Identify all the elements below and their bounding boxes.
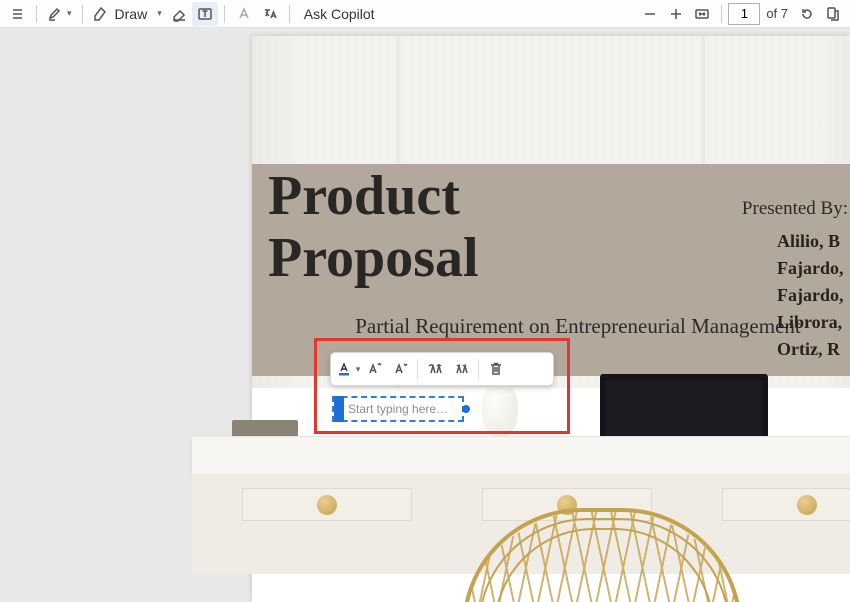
new-text-box[interactable]: Start typing here…: [332, 396, 464, 422]
author-list: Alilio, B Fajardo, Fajardo, Librora, Ort…: [777, 228, 850, 363]
pdf-toolbar: ▾ Draw ▾ Ask Copilot of 7: [0, 0, 850, 28]
delete-textbox-button[interactable]: [483, 356, 509, 382]
toolbar-separator: [721, 5, 722, 23]
highlighter-icon: [47, 6, 63, 22]
title-line: Product: [268, 165, 460, 227]
highlighter-button[interactable]: ▾: [43, 2, 76, 26]
text-format-popup: ▾: [330, 352, 554, 386]
toolbar-separator: [224, 5, 225, 23]
decrease-spacing-button[interactable]: [448, 356, 474, 382]
textbox-placeholder: Start typing here…: [344, 402, 448, 416]
fit-width-icon: [694, 6, 710, 22]
page-view-button[interactable]: [820, 2, 846, 26]
fit-width-button[interactable]: [689, 2, 715, 26]
page-number-input[interactable]: [728, 3, 760, 25]
plus-icon: [668, 6, 684, 22]
document-canvas[interactable]: Product Proposal Partial Requirement on …: [0, 28, 850, 602]
add-text-button[interactable]: [192, 2, 218, 26]
increase-spacing-button[interactable]: [422, 356, 448, 382]
toolbar-separator: [289, 5, 290, 23]
font-color-icon: [336, 361, 352, 377]
font-decrease-icon: [392, 361, 408, 377]
document-title: Product Proposal: [268, 166, 479, 289]
minus-icon: [642, 6, 658, 22]
decrease-font-button[interactable]: [387, 356, 413, 382]
presented-by-label: Presented By:: [742, 198, 848, 220]
spacing-decrease-icon: [453, 361, 469, 377]
chevron-down-icon: ▾: [67, 8, 72, 19]
chevron-down-icon: ▾: [356, 364, 361, 375]
font-increase-icon: [366, 361, 382, 377]
contents-button[interactable]: [4, 2, 30, 26]
textbox-resize-handle[interactable]: [462, 405, 470, 413]
author-name: Librora,: [777, 309, 850, 336]
document-subtitle: Partial Requirement on Entrepreneurial M…: [338, 314, 818, 339]
draw-label: Draw: [115, 6, 148, 22]
author-name: Fajardo,: [777, 282, 850, 309]
eraser-button[interactable]: [166, 2, 192, 26]
list-icon: [9, 6, 25, 22]
toolbar-separator: [36, 5, 37, 23]
drawer-image: [242, 488, 412, 521]
translate-button[interactable]: [257, 2, 283, 26]
page-1: Product Proposal Partial Requirement on …: [252, 36, 850, 602]
trash-icon: [488, 361, 504, 377]
font-color-button[interactable]: ▾: [335, 356, 361, 382]
eraser-icon: [171, 6, 187, 22]
rotate-button[interactable]: [794, 2, 820, 26]
text-style-button[interactable]: [231, 2, 257, 26]
zoom-out-button[interactable]: [637, 2, 663, 26]
chair-image: [462, 508, 742, 602]
textbox-drag-handle[interactable]: [334, 396, 344, 422]
page-total-label: of 7: [766, 6, 788, 21]
rotate-icon: [799, 6, 815, 22]
desk-image: [192, 436, 850, 474]
increase-font-button[interactable]: [361, 356, 387, 382]
chevron-down-icon: ▾: [157, 8, 162, 19]
author-name: Alilio, B: [777, 228, 850, 255]
draw-tool[interactable]: Draw ▾: [89, 6, 166, 22]
zoom-in-button[interactable]: [663, 2, 689, 26]
spacing-increase-icon: [427, 361, 443, 377]
author-name: Fajardo,: [777, 255, 850, 282]
pen-icon: [93, 6, 109, 22]
page-view-icon: [825, 6, 841, 22]
translate-icon: [262, 6, 278, 22]
author-name: Ortiz, R: [777, 336, 850, 363]
font-icon: [236, 6, 252, 22]
ask-copilot-button[interactable]: Ask Copilot: [296, 2, 383, 26]
toolbar-separator: [82, 5, 83, 23]
textbox-icon: [197, 6, 213, 22]
title-line: Proposal: [268, 227, 479, 289]
